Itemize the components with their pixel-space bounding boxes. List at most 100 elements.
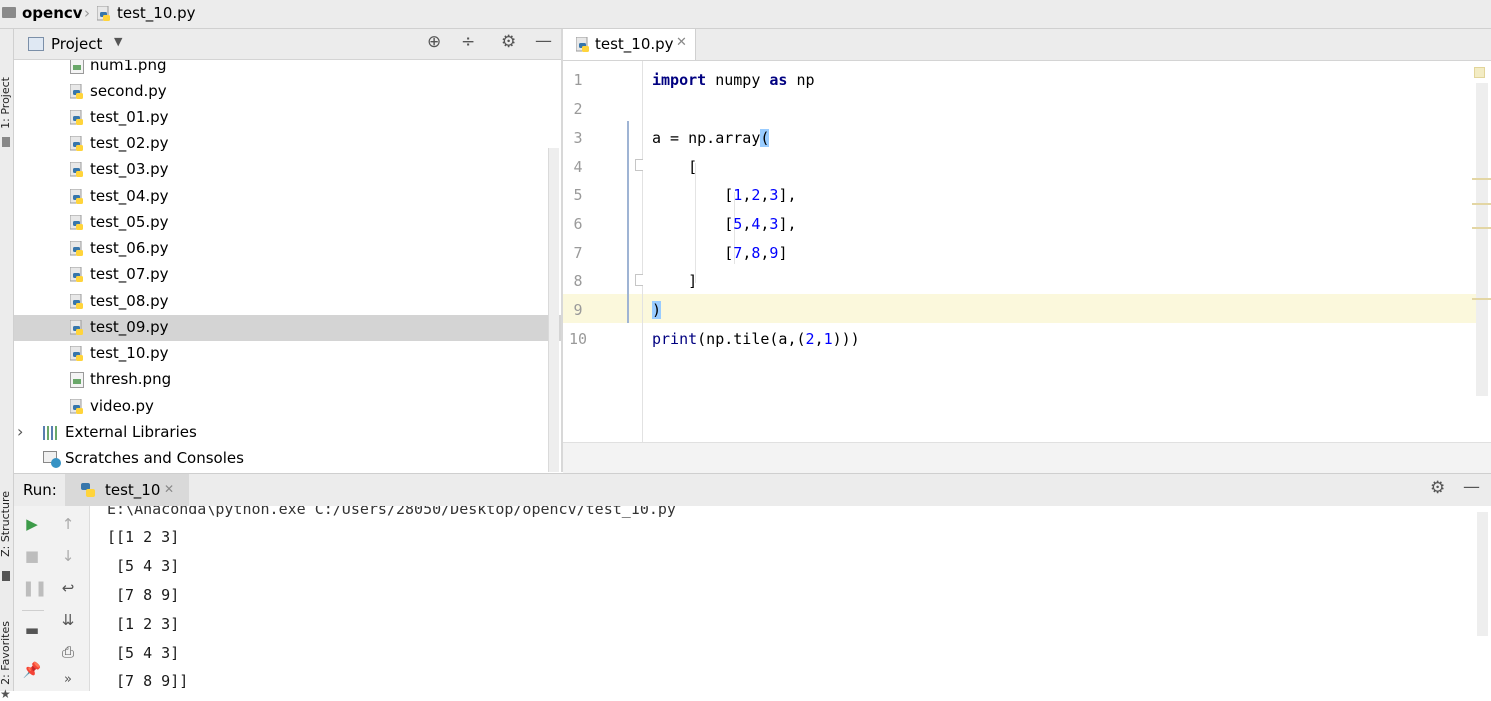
console-command: E:\Anaconda\python.exe C:/Users/28050/De… [107,506,676,518]
python-file-icon [70,267,83,282]
code-line: [ [652,158,698,176]
error-stripe-mark[interactable] [1472,203,1491,205]
tree-item-file[interactable]: num1.png [14,60,561,79]
tree-item-file[interactable]: test_03.py [14,157,561,183]
toolbar-divider [22,610,44,611]
gear-icon[interactable]: ⚙ [501,32,516,52]
code-editor[interactable]: import numpy as np a = np.array( [ [1,2,… [643,61,1491,442]
scroll-to-end-icon[interactable]: ⇊ [58,610,78,630]
console-scrollbar[interactable] [1477,512,1488,636]
breadcrumb-project[interactable]: opencv [22,4,83,22]
tree-item-label: test_01.py [90,108,169,126]
tree-item-file[interactable]: test_10.py [14,341,561,367]
folder-icon [2,7,16,18]
python-file-icon [97,6,110,21]
arrow-up-icon[interactable]: ↑ [58,514,78,534]
line-number: 6 [573,215,583,233]
tree-item-file[interactable]: second.py [14,79,561,105]
error-stripe-mark[interactable] [1472,298,1491,300]
tree-item-file[interactable]: test_06.py [14,236,561,262]
tree-item-scratches[interactable]: Scratches and Consoles [14,446,561,472]
soft-wrap-icon[interactable]: ↩ [58,578,78,598]
console-line: [[1 2 3] [107,528,180,546]
image-file-icon [70,372,84,388]
code-line: ) [652,301,662,319]
tree-item-file[interactable]: test_02.py [14,131,561,157]
tree-item-label: test_05.py [90,213,169,231]
rerun-icon[interactable]: ▶ [22,514,42,534]
close-icon[interactable]: ✕ [164,482,174,496]
console-line: [5 4 3] [107,557,180,575]
library-icon [43,426,59,440]
editor-tab-label: test_10.py [595,35,674,53]
project-tab-icon [2,137,10,147]
restore-layout-icon[interactable]: ▬ [22,620,42,640]
collapse-all-icon[interactable]: ÷ [461,32,475,52]
console-output[interactable]: E:\Anaconda\python.exe C:/Users/28050/De… [90,506,1491,691]
tree-item-external-libraries[interactable]: › External Libraries [14,420,561,446]
print-icon[interactable]: ⎙ [58,642,78,662]
tree-item-file[interactable]: test_08.py [14,289,561,315]
clock-icon [51,458,61,468]
python-file-icon [70,215,83,230]
arrow-down-icon[interactable]: ↓ [58,546,78,566]
locate-file-icon[interactable]: ⊕ [427,32,441,52]
close-icon[interactable]: ✕ [676,35,687,50]
editor-bottom-area [563,442,1491,473]
python-file-icon [70,110,83,125]
more-actions-icon[interactable]: » [58,670,78,690]
tree-item-label: External Libraries [65,423,197,441]
code-line: [5,4,3], [652,215,797,233]
line-number: 10 [568,330,588,348]
tree-item-file[interactable]: thresh.png [14,367,561,393]
line-number: 9 [573,301,583,319]
error-stripe-mark[interactable] [1472,178,1491,180]
chevron-down-icon[interactable]: ▼ [114,35,122,48]
editor-tab-bar: test_10.py ✕ [563,29,1491,61]
run-toolbar: ▶ ■ ❚❚ ▬ 📌 ↑ ↓ ↩ ⇊ ⎙ » [14,506,90,691]
python-file-icon [576,37,589,52]
tree-item-file-selected[interactable]: test_09.py [14,315,561,341]
python-file-icon [70,399,83,414]
run-tab[interactable]: test_10 ✕ [65,474,189,506]
error-stripe-mark[interactable] [1472,227,1491,229]
side-tab-favorites[interactable]: 2: Favorites [0,621,12,685]
stop-icon[interactable]: ■ [22,546,42,566]
tree-item-label: thresh.png [90,370,172,388]
tree-item-label: num1.png [90,60,167,74]
editor-tab[interactable]: test_10.py ✕ [563,29,696,60]
code-line: import numpy as np [652,71,815,89]
tree-item-label: test_04.py [90,187,169,205]
tree-item-label: test_03.py [90,160,169,178]
inspection-status-icon[interactable] [1474,67,1485,78]
side-tab-structure[interactable]: Z: Structure [0,491,12,557]
tree-item-file[interactable]: test_04.py [14,184,561,210]
line-number: 2 [573,100,583,118]
run-panel-header: Run: test_10 ✕ ⚙ — [14,473,1491,507]
breadcrumb-file[interactable]: test_10.py [117,4,196,22]
python-icon [81,483,95,497]
line-number: 1 [573,71,583,89]
line-number: 8 [573,272,583,290]
pause-icon[interactable]: ❚❚ [22,578,47,598]
tree-item-file[interactable]: video.py [14,394,561,420]
tree-item-file[interactable]: test_01.py [14,105,561,131]
tree-item-label: test_02.py [90,134,169,152]
pin-icon[interactable]: 📌 [22,660,42,680]
side-tab-project[interactable]: 1: Project [0,77,12,129]
tree-item-file[interactable]: test_05.py [14,210,561,236]
navigation-bar: opencv › test_10.py [0,0,1491,29]
code-line: [7,8,9] [652,244,788,262]
chevron-right-icon[interactable]: › [17,422,23,441]
project-scrollbar[interactable] [548,148,559,472]
star-icon: ★ [0,687,11,701]
gear-icon[interactable]: ⚙ [1430,478,1445,498]
editor-scrollbar[interactable] [1476,83,1488,396]
python-file-icon [70,320,83,335]
tree-item-file[interactable]: test_07.py [14,262,561,288]
hide-panel-icon[interactable]: — [535,31,552,51]
console-line: [7 8 9]] [107,672,189,690]
hide-panel-icon[interactable]: — [1463,477,1480,497]
project-panel-title[interactable]: Project [51,35,102,53]
python-file-icon [70,136,83,151]
